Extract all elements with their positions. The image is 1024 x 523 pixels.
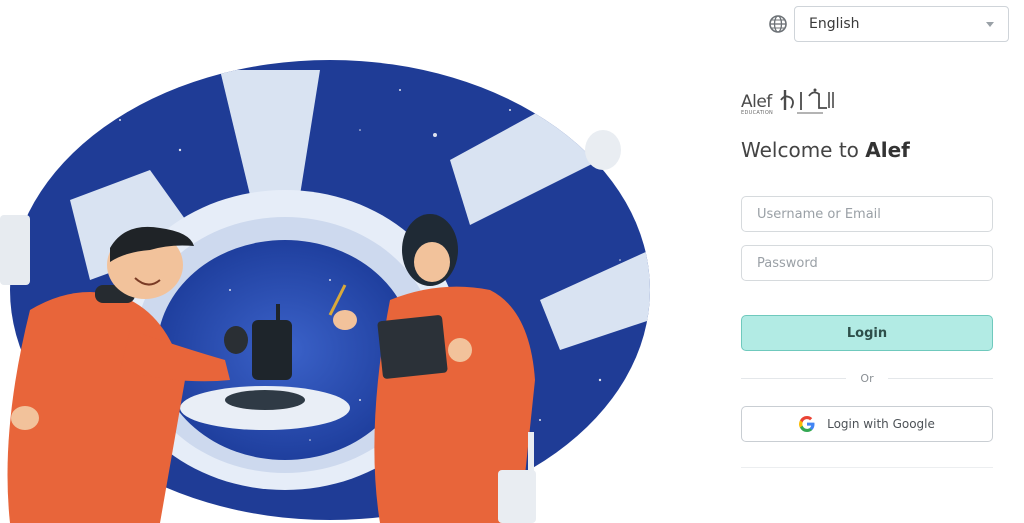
welcome-prefix: Welcome to: [741, 138, 866, 162]
logo-text: Alef: [741, 92, 772, 112]
password-field[interactable]: Password: [741, 245, 993, 281]
welcome-brand: Alef: [865, 138, 910, 162]
or-text: Or: [860, 371, 874, 385]
password-placeholder: Password: [757, 255, 818, 271]
astronauts-illustration: [0, 60, 650, 523]
login-button[interactable]: Login: [741, 315, 993, 351]
divider-line: [741, 377, 847, 379]
login-panel: English Alef EDUCATION Welcome to Alef U…: [700, 0, 1024, 523]
alef-logo: Alef EDUCATION: [741, 82, 841, 118]
page-title: Welcome to Alef: [741, 138, 910, 162]
google-icon: [799, 416, 815, 432]
google-login-button[interactable]: Login with Google: [741, 406, 993, 442]
or-divider: Or: [741, 370, 993, 386]
login-button-label: Login: [846, 325, 888, 341]
username-field[interactable]: Username or Email: [741, 196, 993, 232]
username-placeholder: Username or Email: [757, 206, 881, 222]
divider-line: [887, 377, 993, 379]
language-row: English: [768, 6, 1009, 42]
alef-arabic-logo-mark: [780, 88, 834, 114]
google-button-label: Login with Google: [827, 417, 935, 431]
chevron-down-icon: [986, 21, 994, 27]
logo-subtitle: EDUCATION: [741, 110, 774, 116]
language-selected-value: English: [809, 16, 860, 32]
language-select[interactable]: English: [794, 6, 1009, 42]
divider: [741, 467, 993, 468]
hero-illustration: [0, 0, 700, 523]
globe-icon: [769, 15, 787, 33]
